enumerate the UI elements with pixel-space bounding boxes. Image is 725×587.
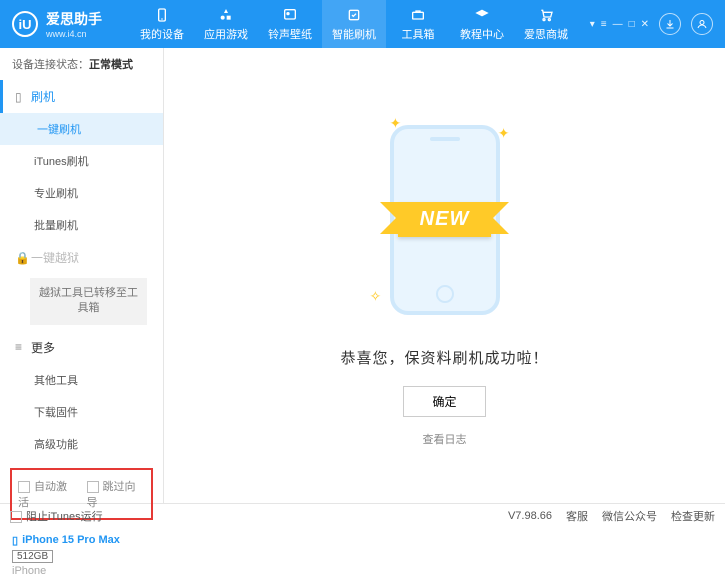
footer-link-wechat[interactable]: 微信公众号 bbox=[602, 508, 657, 524]
nav-label: 智能刷机 bbox=[332, 26, 376, 42]
toolbox-icon bbox=[409, 6, 427, 24]
jailbreak-note: 越狱工具已转移至工具箱 bbox=[30, 278, 147, 325]
footer-link-support[interactable]: 客服 bbox=[566, 508, 588, 524]
lock-icon: 🔒 bbox=[15, 251, 25, 265]
sidebar-item-oneclick[interactable]: 一键刷机 bbox=[0, 113, 163, 145]
nav-label: 我的设备 bbox=[140, 26, 184, 42]
app-logo: iU 爱思助手 www.i4.cn bbox=[12, 9, 102, 39]
footer-link-update[interactable]: 检查更新 bbox=[671, 508, 715, 524]
phone-outline-icon: ▯ bbox=[15, 90, 25, 104]
sidebar-item-itunes[interactable]: iTunes刷机 bbox=[0, 145, 163, 177]
menu-icon[interactable]: ▾ bbox=[590, 19, 595, 30]
minimize-icon[interactable]: — bbox=[613, 19, 623, 30]
nav-label: 铃声壁纸 bbox=[268, 26, 312, 42]
image-icon bbox=[281, 6, 299, 24]
sidebar-item-advanced[interactable]: 高级功能 bbox=[0, 428, 163, 460]
sidebar: 设备连接状态：正常模式 ▯ 刷机 一键刷机 iTunes刷机 专业刷机 批量刷机… bbox=[0, 48, 164, 503]
nav-ringtone[interactable]: 铃声壁纸 bbox=[258, 0, 322, 48]
download-button[interactable] bbox=[659, 13, 681, 35]
storage-badge: 512GB bbox=[12, 550, 53, 563]
sidebar-group-more[interactable]: ≡ 更多 bbox=[0, 331, 163, 364]
phone-icon bbox=[153, 6, 171, 24]
new-ribbon: NEW bbox=[398, 202, 492, 237]
list-icon: ≡ bbox=[15, 340, 25, 354]
sidebar-item-firmware[interactable]: 下载固件 bbox=[0, 396, 163, 428]
nav-smart-flash[interactable]: 智能刷机 bbox=[322, 0, 386, 48]
graduation-icon bbox=[473, 6, 491, 24]
user-button[interactable] bbox=[691, 13, 713, 35]
view-log-link[interactable]: 查看日志 bbox=[423, 431, 467, 447]
sidebar-group-jailbreak: 🔒 一键越狱 bbox=[0, 241, 163, 274]
ok-button[interactable]: 确定 bbox=[403, 386, 485, 417]
sidebar-item-other[interactable]: 其他工具 bbox=[0, 364, 163, 396]
sidebar-item-batch[interactable]: 批量刷机 bbox=[0, 209, 163, 241]
success-message: 恭喜您，保资料刷机成功啦！ bbox=[340, 347, 548, 368]
version-label: V7.98.66 bbox=[508, 510, 552, 522]
sidebar-group-flash[interactable]: ▯ 刷机 bbox=[0, 80, 163, 113]
checkbox-auto-activate[interactable]: 自动激活 bbox=[18, 478, 77, 510]
nav-label: 工具箱 bbox=[402, 26, 435, 42]
app-icon bbox=[217, 6, 235, 24]
sidebar-group-label: 更多 bbox=[31, 339, 55, 356]
nav-label: 应用游戏 bbox=[204, 26, 248, 42]
device-info: ▯ iPhone 15 Pro Max 512GB iPhone bbox=[0, 528, 163, 587]
sidebar-group-label: 一键越狱 bbox=[31, 249, 79, 266]
cart-icon bbox=[537, 6, 555, 24]
nav-tutorial[interactable]: 教程中心 bbox=[450, 0, 514, 48]
nav-apps[interactable]: 应用游戏 bbox=[194, 0, 258, 48]
top-nav: 我的设备 应用游戏 铃声壁纸 智能刷机 工具箱 教程中心 爱思商城 bbox=[130, 0, 578, 48]
device-name-text: iPhone 15 Pro Max bbox=[22, 534, 120, 546]
refresh-icon bbox=[345, 6, 363, 24]
nav-toolbox[interactable]: 工具箱 bbox=[386, 0, 450, 48]
device-type: iPhone bbox=[12, 565, 151, 577]
nav-my-device[interactable]: 我的设备 bbox=[130, 0, 194, 48]
tray-icon[interactable]: ≡ bbox=[601, 19, 607, 30]
sidebar-item-pro[interactable]: 专业刷机 bbox=[0, 177, 163, 209]
brand-url: www.i4.cn bbox=[46, 29, 102, 39]
device-phone-icon: ▯ bbox=[12, 534, 18, 547]
checkbox-block-itunes[interactable]: 阻止iTunes运行 bbox=[10, 508, 103, 524]
nav-label: 爱思商城 bbox=[524, 26, 568, 42]
logo-icon: iU bbox=[12, 11, 38, 37]
maximize-icon[interactable]: □ bbox=[629, 19, 635, 30]
brand-name: 爱思助手 bbox=[46, 9, 102, 29]
main-panel: ✦ ✦ ✧ NEW 恭喜您，保资料刷机成功啦！ 确定 查看日志 bbox=[164, 48, 725, 503]
nav-label: 教程中心 bbox=[460, 26, 504, 42]
close-icon[interactable]: ✕ bbox=[641, 19, 649, 30]
success-illustration: ✦ ✦ ✧ NEW bbox=[370, 115, 520, 325]
checkbox-skip-guide[interactable]: 跳过向导 bbox=[87, 478, 146, 510]
device-status: 设备连接状态：正常模式 bbox=[0, 48, 163, 80]
nav-store[interactable]: 爱思商城 bbox=[514, 0, 578, 48]
sidebar-group-label: 刷机 bbox=[31, 88, 55, 105]
